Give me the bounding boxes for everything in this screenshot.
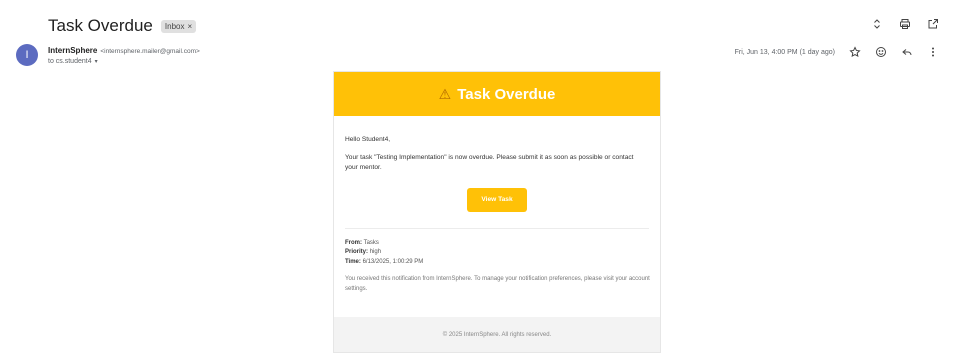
message-text: Your task "Testing Implementation" is no… — [345, 154, 634, 172]
email-banner: ⚠ Task Overdue — [334, 72, 660, 116]
inbox-label-chip[interactable]: Inbox × — [160, 19, 197, 33]
greeting-text: Hello Student4, — [345, 136, 391, 143]
sender-block: InternSphere <internsphere.mailer@gmail.… — [48, 46, 200, 65]
message-meta: Fri, Jun 13, 4:00 PM (1 day ago) — [735, 44, 941, 60]
priority-label: Priority: — [345, 249, 369, 256]
detail-time: Time: 6/13/2025, 1:00:29 PM — [345, 258, 649, 268]
emoji-icon[interactable] — [873, 44, 889, 60]
time-label: Time: — [345, 258, 361, 265]
time-value: 6/13/2025, 1:00:29 PM — [362, 258, 424, 265]
unfold-icon[interactable] — [869, 16, 885, 32]
sender-line: InternSphere <internsphere.mailer@gmail.… — [48, 46, 200, 55]
inbox-label-text: Inbox — [164, 21, 185, 31]
more-vert-icon[interactable] — [925, 44, 941, 60]
subject-row: Task Overdue Inbox × — [48, 14, 197, 38]
message-date: Fri, Jun 13, 4:00 PM (1 day ago) — [734, 48, 835, 56]
star-icon[interactable] — [847, 44, 863, 60]
email-footer: © 2025 InternSphere. All rights reserved… — [334, 317, 660, 352]
recipient-text: to cs.student4 — [48, 58, 92, 65]
chevron-down-icon[interactable]: ▾ — [95, 58, 98, 65]
detail-priority: Priority: high — [345, 248, 649, 258]
priority-value: high — [369, 249, 382, 256]
sender-email: <internsphere.mailer@gmail.com> — [100, 48, 200, 55]
top-actions — [869, 16, 941, 32]
divider — [345, 227, 649, 229]
print-icon[interactable] — [897, 16, 913, 32]
email-subject: Task Overdue — [48, 16, 153, 35]
warning-icon: ⚠ — [438, 85, 452, 102]
task-details: From: Tasks Priority: high Time: 6/13/20… — [345, 239, 649, 268]
notification-notice: You received this notification from Inte… — [345, 276, 650, 293]
recipient-line: to cs.student4 ▾ — [48, 58, 200, 65]
detail-from: From: Tasks — [345, 239, 649, 249]
button-wrap: View Task — [345, 187, 649, 212]
avatar[interactable]: I — [16, 44, 38, 66]
email-content: Hello Student4, Your task "Testing Imple… — [334, 116, 660, 295]
reply-icon[interactable] — [899, 44, 915, 60]
open-in-new-icon[interactable] — [925, 16, 941, 32]
banner-title: Task Overdue — [457, 85, 556, 103]
view-task-button[interactable]: View Task — [467, 187, 527, 212]
sender-name[interactable]: InternSphere — [48, 46, 97, 55]
from-value: Tasks — [363, 239, 379, 246]
email-card: ⚠ Task Overdue Hello Student4, Your task… — [333, 71, 661, 353]
from-label: From: — [345, 239, 362, 246]
remove-label-icon[interactable]: × — [187, 22, 192, 31]
